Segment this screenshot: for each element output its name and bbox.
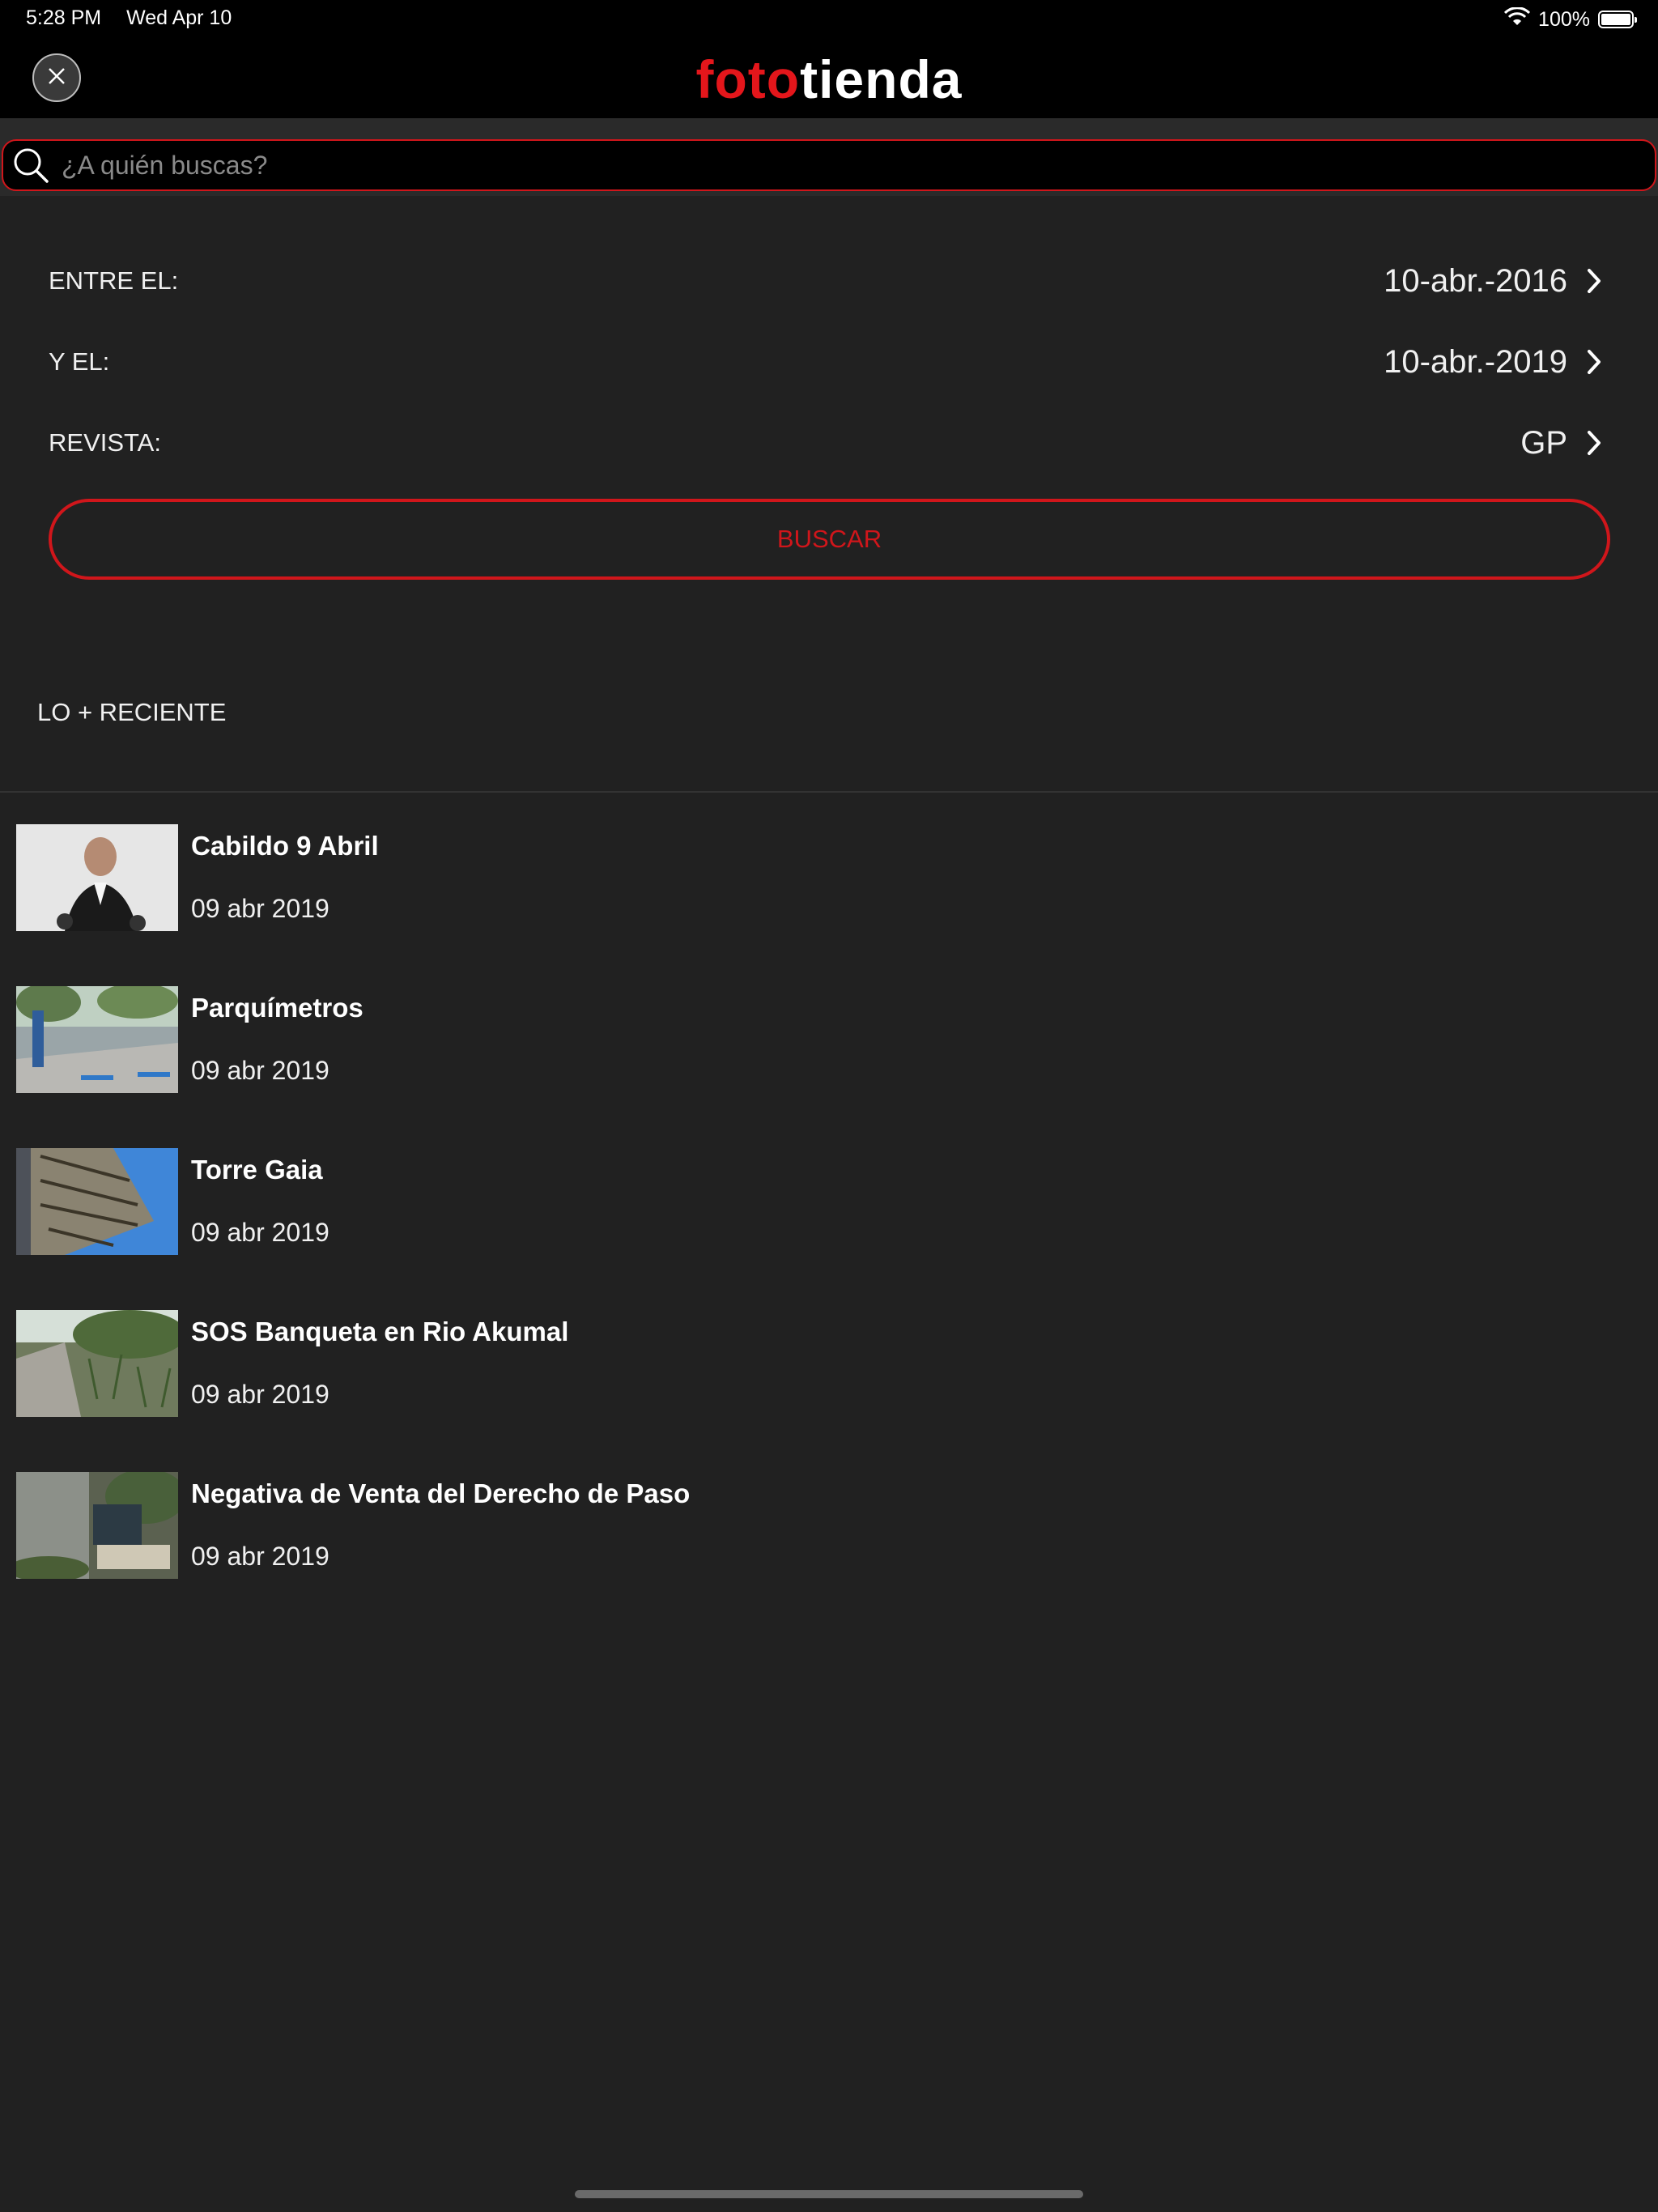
battery-fill: [1601, 14, 1630, 25]
item-date: 09 abr 2019: [191, 1056, 329, 1085]
filter-row-revista[interactable]: REVISTA: GP: [49, 415, 1603, 471]
item-thumbnail: [16, 1148, 178, 1255]
wifi-icon: [1503, 6, 1531, 32]
status-date: Wed Apr 10: [126, 6, 232, 29]
chevron-right-icon: [1585, 347, 1603, 376]
search-input[interactable]: [53, 149, 1655, 181]
item-thumbnail: [16, 986, 178, 1093]
filter-value-end-wrap[interactable]: 10-abr.-2019: [1384, 344, 1603, 381]
status-clock: 5:28 PM: [26, 6, 102, 29]
filter-label-end: Y EL:: [49, 347, 110, 376]
status-right: 100%: [1503, 5, 1637, 34]
chevron-right-icon: [1585, 266, 1603, 296]
item-thumbnail: [16, 1472, 178, 1579]
filter-row-end-date[interactable]: Y EL: 10-abr.-2019: [49, 334, 1603, 390]
filter-row-start-date[interactable]: ENTRE EL: 10-abr.-2016: [49, 253, 1603, 309]
filter-value-start-wrap[interactable]: 10-abr.-2016: [1384, 263, 1603, 300]
section-title-recent: LO + RECIENTE: [37, 698, 227, 726]
item-date: 09 abr 2019: [191, 1380, 329, 1409]
divider: [0, 791, 1658, 793]
app-logo: fototienda: [0, 49, 1658, 110]
item-title: Parquímetros: [191, 993, 363, 1023]
filter-value-start: 10-abr.-2016: [1384, 262, 1567, 299]
item-title: Negativa de Venta del Derecho de Paso: [191, 1478, 691, 1508]
item-date: 09 abr 2019: [191, 1542, 329, 1571]
list-item[interactable]: Negativa de Venta del Derecho de Paso 09…: [16, 1472, 1627, 1579]
item-title: SOS Banqueta en Rio Akumal: [191, 1317, 569, 1346]
search-bar: [0, 118, 1658, 196]
battery-icon: [1598, 11, 1637, 28]
item-thumbnail: [16, 1310, 178, 1417]
logo-part-foto: foto: [695, 49, 801, 109]
filter-label-revista: REVISTA:: [49, 428, 161, 457]
list-item[interactable]: SOS Banqueta en Rio Akumal 09 abr 2019: [16, 1310, 1627, 1417]
filter-label-start: ENTRE EL:: [49, 266, 179, 295]
battery-percent: 100%: [1538, 7, 1590, 31]
list-item[interactable]: Torre Gaia 09 abr 2019: [16, 1148, 1627, 1255]
list-item[interactable]: Cabildo 9 Abril 09 abr 2019: [16, 824, 1627, 931]
buscar-button-label: BUSCAR: [776, 525, 882, 553]
filter-value-end: 10-abr.-2019: [1384, 343, 1567, 380]
filter-value-revista: GP: [1520, 424, 1567, 461]
item-thumbnail: [16, 824, 178, 931]
item-date: 09 abr 2019: [191, 894, 329, 923]
item-date: 09 abr 2019: [191, 1218, 329, 1247]
item-title: Torre Gaia: [191, 1155, 323, 1185]
item-title: Cabildo 9 Abril: [191, 831, 379, 861]
status-bar: 5:28 PM Wed Apr 10 100%: [0, 0, 1658, 39]
buscar-button[interactable]: BUSCAR: [49, 499, 1610, 580]
app-header: fototienda: [0, 39, 1658, 118]
search-icon: [8, 143, 53, 188]
list-item[interactable]: Parquímetros 09 abr 2019: [16, 986, 1627, 1093]
home-indicator[interactable]: [575, 2190, 1083, 2198]
status-time: 5:28 PM Wed Apr 10: [26, 6, 232, 30]
search-field[interactable]: [2, 139, 1656, 191]
chevron-right-icon: [1585, 428, 1603, 457]
logo-part-tienda: tienda: [800, 49, 963, 109]
filter-value-revista-wrap[interactable]: GP: [1520, 425, 1603, 462]
